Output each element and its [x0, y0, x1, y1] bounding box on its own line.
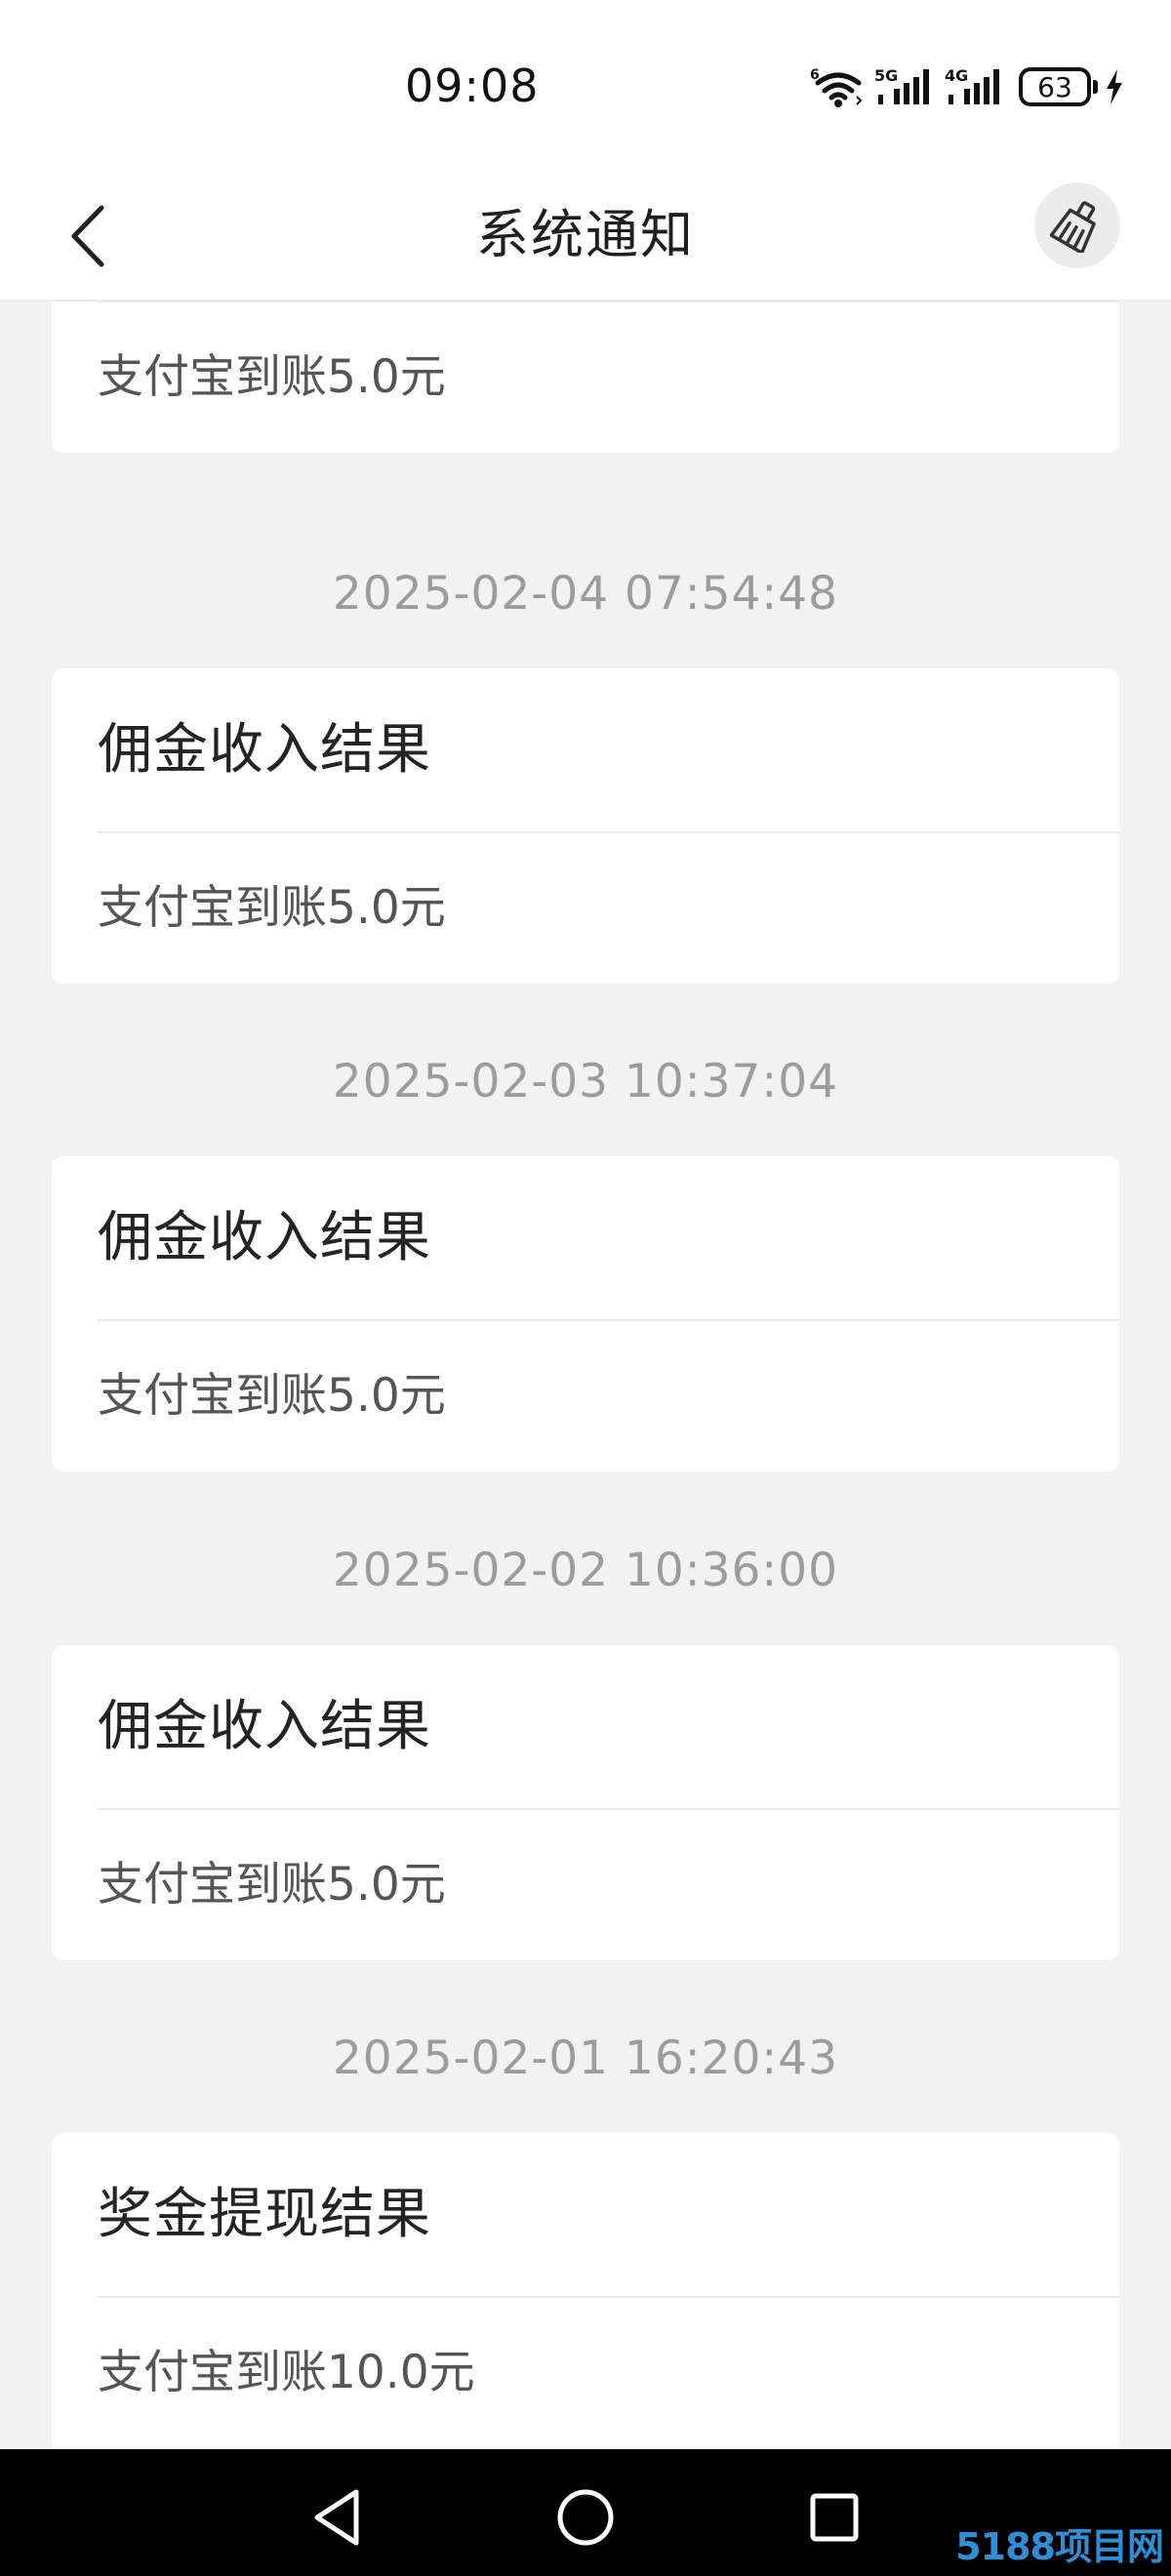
notification-body: 支付宝到账10.0元: [98, 2346, 475, 2399]
charging-icon: [1107, 69, 1122, 104]
triangle-back-icon: [314, 2489, 359, 2546]
chevron-left-icon: [71, 205, 104, 267]
notification-timestamp: 2025-02-02 10:36:00: [332, 1544, 839, 1597]
app-header: 系统通知: [0, 171, 1171, 302]
status-bar: 09:08 6 5G 4G 63: [0, 0, 1171, 171]
watermark-logo: 5188项目网: [955, 2525, 1164, 2568]
notification-card[interactable]: 佣金收入结果 支付宝到账5.0元: [52, 668, 1119, 984]
battery-indicator: 63: [1019, 67, 1091, 106]
wifi-icon: 6: [810, 67, 863, 107]
notification-card[interactable]: 支付宝到账5.0元: [52, 302, 1119, 453]
battery-nub: [1093, 80, 1098, 94]
notification-body: 支付宝到账5.0元: [98, 350, 446, 404]
nav-recents-button[interactable]: [786, 2469, 883, 2566]
notification-card[interactable]: 佣金收入结果 支付宝到账5.0元: [52, 1645, 1119, 1960]
notification-list[interactable]: 支付宝到账5.0元 2025-02-04 07:54:48 佣金收入结果 支付宝…: [0, 302, 1171, 2449]
circle-home-icon: [557, 2489, 614, 2546]
notification-body: 支付宝到账5.0元: [98, 1858, 446, 1912]
signal-4g-icon: 4G: [945, 66, 999, 104]
nav-home-button[interactable]: [537, 2469, 634, 2566]
status-time: 09:08: [405, 60, 540, 112]
broom-icon: [1050, 201, 1096, 253]
notification-body: 支付宝到账5.0元: [98, 1369, 446, 1423]
notification-timestamp: 2025-02-04 07:54:48: [332, 567, 839, 621]
system-nav-bar: 5188项目网: [0, 2449, 1171, 2576]
notification-timestamp: 2025-02-01 16:20:43: [332, 2032, 839, 2085]
signal-5g-label: 5G: [874, 66, 898, 85]
notification-title: 佣金收入结果: [98, 1206, 431, 1269]
clear-notifications-button[interactable]: [1034, 182, 1120, 268]
notification-body: 支付宝到账5.0元: [98, 881, 446, 935]
notification-title: 佣金收入结果: [98, 718, 431, 782]
notification-card[interactable]: 奖金提现结果 支付宝到账10.0元: [52, 2133, 1119, 2449]
square-recents-icon: [810, 2493, 859, 2542]
nav-back-button[interactable]: [288, 2469, 385, 2566]
notification-title: 奖金提现结果: [98, 2183, 431, 2246]
battery-level: 63: [1037, 70, 1072, 103]
signal-4g-label: 4G: [945, 66, 968, 85]
status-icons: 6 5G 4G 63: [810, 62, 1125, 111]
signal-5g-icon: 5G: [874, 66, 929, 104]
notification-timestamp: 2025-02-03 10:37:04: [332, 1055, 839, 1108]
notification-card[interactable]: 佣金收入结果 支付宝到账5.0元: [52, 1156, 1119, 1471]
notification-title: 佣金收入结果: [98, 1695, 431, 1758]
back-button[interactable]: [49, 190, 127, 282]
page-title: 系统通知: [476, 204, 695, 265]
